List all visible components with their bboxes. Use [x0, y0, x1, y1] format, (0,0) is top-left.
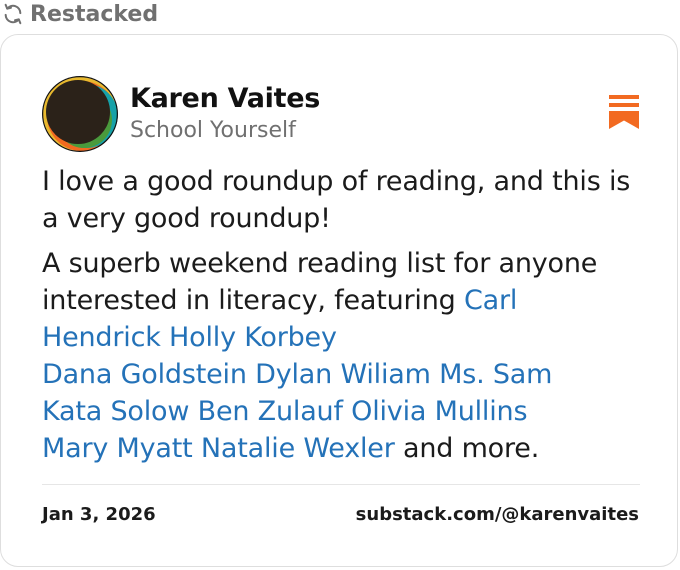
restacked-text: Restacked: [30, 1, 159, 27]
note-card[interactable]: Karen Vaites School Yourself I love a go…: [0, 34, 678, 567]
note-paragraph-1: I love a good roundup of reading, and th…: [42, 166, 631, 234]
note-date: Jan 3, 2026: [42, 504, 156, 525]
restacked-label: Restacked: [2, 0, 158, 28]
bookmark-icon[interactable]: [609, 95, 639, 129]
mention-olivia-mullins[interactable]: Olivia Mullins: [351, 396, 527, 427]
author-name[interactable]: Karen Vaites: [130, 82, 320, 116]
note-body: I love a good roundup of reading, and th…: [42, 163, 642, 467]
mention-ms-sam[interactable]: Ms. Sam: [439, 359, 552, 390]
author-info: Karen Vaites School Yourself: [130, 82, 320, 146]
mention-kata-solow[interactable]: Kata Solow: [42, 396, 189, 427]
publication-name[interactable]: School Yourself: [130, 116, 320, 146]
author-avatar[interactable]: [42, 76, 118, 152]
note-header: Karen Vaites School Yourself: [42, 76, 320, 152]
mention-natalie-wexler[interactable]: Natalie Wexler: [201, 433, 395, 464]
mention-mary-myatt[interactable]: Mary Myatt: [42, 433, 193, 464]
mention-holly-korbey[interactable]: Holly Korbey: [169, 322, 337, 353]
author-profile-link[interactable]: substack.com/@karenvaites: [356, 503, 639, 527]
mention-ben-zulauf[interactable]: Ben Zulauf: [198, 396, 343, 427]
restack-arrows-icon: [2, 3, 24, 25]
mention-dana-goldstein[interactable]: Dana Goldstein: [42, 359, 247, 390]
note-paragraph-2-outro: and more.: [403, 433, 540, 464]
mention-dylan-wiliam[interactable]: Dylan Wiliam: [255, 359, 431, 390]
note-paragraph-2: A superb weekend reading list for anyone…: [42, 245, 642, 467]
footer-divider: [42, 484, 640, 485]
